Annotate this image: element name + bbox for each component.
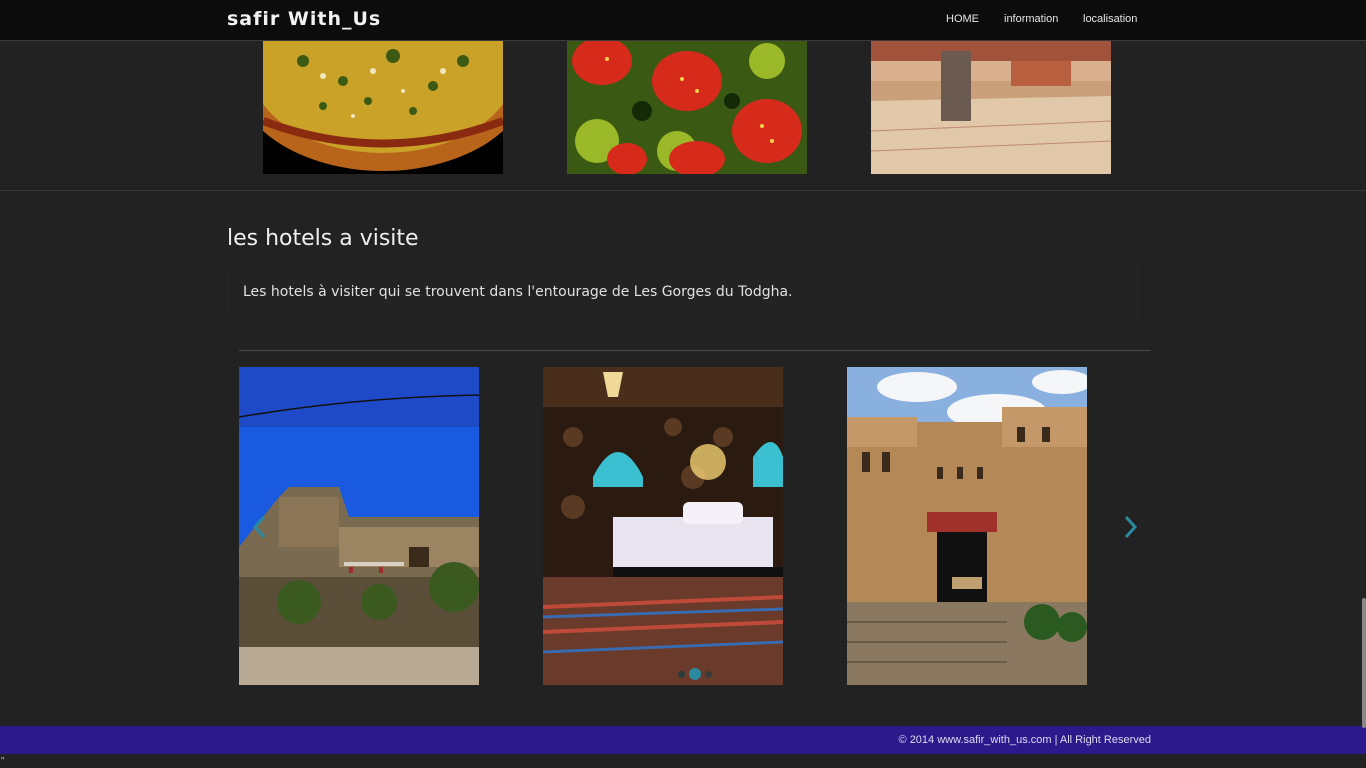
description-box: Les hotels à visiter qui se trouvent dan…	[227, 266, 1139, 318]
strawberry-salad-image	[567, 41, 807, 174]
footer: © 2014 www.safir_with_us.com | All Right…	[0, 726, 1366, 754]
carousel-indicator[interactable]	[678, 671, 685, 678]
carousel-indicators	[673, 667, 719, 681]
stone-hotel-image[interactable]	[239, 367, 479, 685]
section-title: les hotels a visite	[227, 226, 419, 251]
carousel-indicator[interactable]	[705, 671, 712, 678]
chevron-left-icon	[252, 515, 266, 539]
carousel-indicator-active[interactable]	[689, 668, 701, 680]
hotel-interior-image	[871, 41, 1111, 174]
carousel-divider	[239, 350, 1151, 351]
section-divider	[0, 190, 1366, 191]
nav-information[interactable]: information	[1004, 13, 1058, 25]
food-tajine-image	[263, 41, 503, 174]
chevron-right-icon	[1124, 515, 1138, 539]
kasbah-entrance-image[interactable]	[847, 367, 1087, 685]
stray-text: "	[1, 756, 5, 767]
navbar: safir With_Us HOME information localisat…	[0, 0, 1366, 41]
nav-localisation[interactable]: localisation	[1083, 13, 1137, 25]
footer-copyright: © 2014 www.safir_with_us.com | All Right…	[898, 734, 1151, 746]
carousel-next-button[interactable]	[1120, 512, 1140, 542]
section-description: Les hotels à visiter qui se trouvent dan…	[243, 284, 793, 300]
scrollbar[interactable]	[1362, 598, 1366, 728]
nav-home[interactable]: HOME	[946, 13, 979, 25]
brand-logo[interactable]: safir With_Us	[227, 8, 381, 30]
carousel-prev-button[interactable]	[250, 512, 270, 542]
moroccan-bedroom-image[interactable]	[543, 367, 783, 685]
